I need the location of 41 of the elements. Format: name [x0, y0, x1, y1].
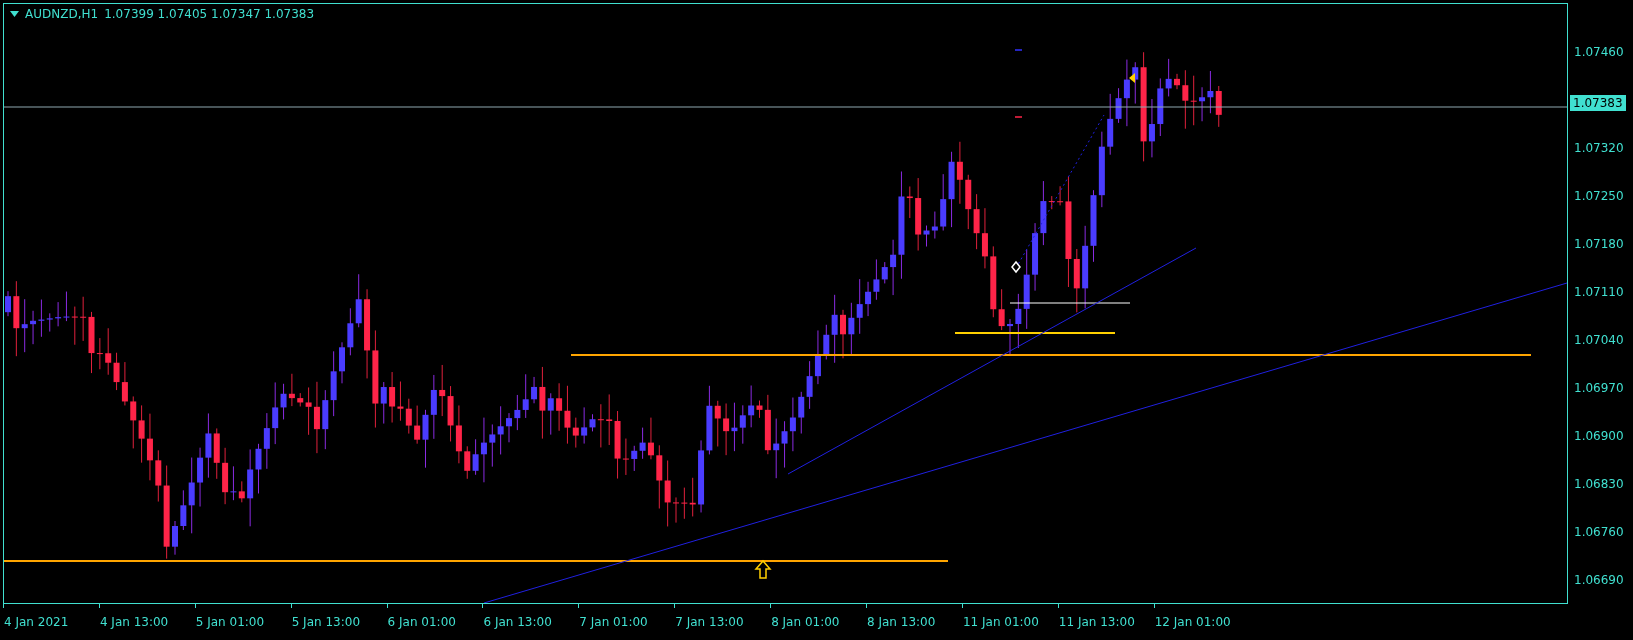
- time-label: 11 Jan 01:00: [962, 615, 1039, 629]
- current-price-badge: 1.07383: [1570, 95, 1626, 111]
- price-label: 1.06760: [1574, 525, 1624, 539]
- price-label: 1.06830: [1574, 477, 1624, 491]
- price-label: 1.06690: [1574, 573, 1624, 587]
- candle: [1174, 73, 1180, 90]
- time-label: 4 Jan 2021: [4, 615, 69, 629]
- diamond-marker-icon: [1011, 260, 1021, 274]
- time-label: 11 Jan 13:00: [1058, 615, 1135, 629]
- time-label: 6 Jan 13:00: [483, 615, 552, 629]
- time-label: 5 Jan 13:00: [291, 615, 360, 629]
- price-label: 1.07250: [1574, 189, 1624, 203]
- up-arrow-icon: [754, 559, 772, 579]
- time-label: 7 Jan 01:00: [579, 615, 648, 629]
- time-label: 6 Jan 01:00: [387, 615, 456, 629]
- triangle-marker-icon: [1129, 73, 1135, 83]
- candle: [172, 520, 178, 556]
- time-label: 5 Jan 01:00: [195, 615, 265, 629]
- time-label: 8 Jan 01:00: [771, 615, 840, 629]
- candle: [5, 290, 11, 317]
- ohlc-quotes: 1.07399 1.07405 1.07347 1.07383: [104, 7, 315, 21]
- candle: [339, 341, 345, 384]
- dash-marker: [1014, 49, 1023, 51]
- price-label: 1.07320: [1574, 141, 1624, 155]
- time-label: 7 Jan 13:00: [675, 615, 744, 629]
- price-label: 1.07040: [1574, 333, 1624, 347]
- time-label: 12 Jan 01:00: [1154, 615, 1231, 629]
- candle: [1007, 318, 1013, 355]
- time-label: 8 Jan 13:00: [867, 615, 936, 629]
- price-label: 1.07460: [1574, 45, 1624, 59]
- candle: [673, 496, 679, 524]
- candle: [840, 309, 846, 359]
- price-label: 1.07110: [1574, 285, 1624, 299]
- price-label: 1.06900: [1574, 429, 1624, 443]
- symbol-timeframe: AUDNZD,H1: [25, 7, 99, 21]
- candle: [506, 412, 512, 443]
- dash-marker: [1014, 116, 1023, 118]
- price-label: 1.06970: [1574, 381, 1624, 395]
- time-label: 4 Jan 13:00: [99, 615, 169, 629]
- dropdown-triangle-icon[interactable]: [10, 11, 19, 17]
- price-label: 1.07180: [1574, 237, 1624, 251]
